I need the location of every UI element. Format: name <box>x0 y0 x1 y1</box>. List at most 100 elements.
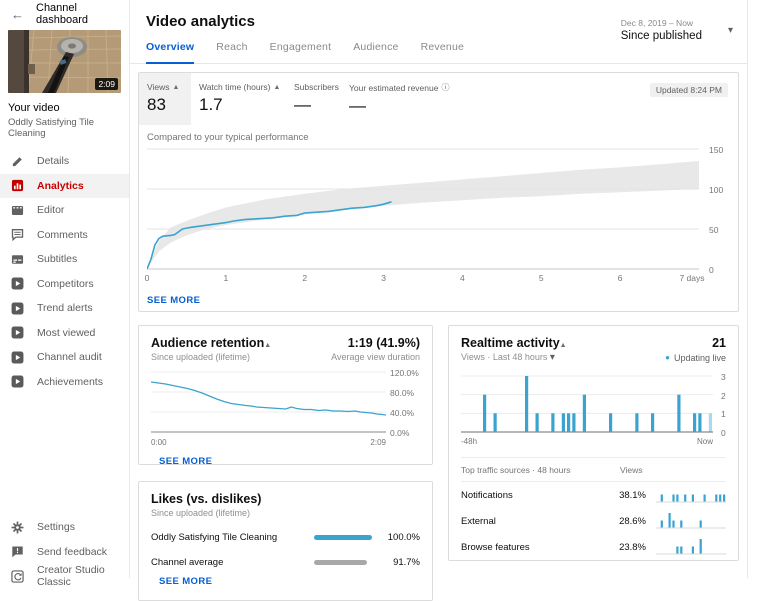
sidebar-item-channel-audit[interactable]: Channel audit <box>0 345 129 370</box>
realtime-filter-dropdown[interactable]: Views · Last 48 hours ▾ <box>461 352 555 363</box>
performance-x-labels: 01234567 days <box>147 273 699 285</box>
x-tick-label: 6 <box>618 273 623 283</box>
metric-label: Your estimated revenue <box>349 83 438 93</box>
tab-bar: Overview Reach Engagement Audience Revenue <box>130 41 747 64</box>
sidebar-item-settings[interactable]: Settings <box>0 515 129 540</box>
x-tick-label: 2 <box>302 273 307 283</box>
y-tick-label: 150 <box>709 145 723 155</box>
sidebar-item-details[interactable]: Details <box>0 149 129 174</box>
traffic-source-percent: 23.8% <box>610 542 646 553</box>
metric-value: — <box>349 96 501 116</box>
sidebar-item-trend-alerts[interactable]: Trend alerts <box>0 296 129 321</box>
classic-icon <box>11 570 24 583</box>
traffic-row-external: External28.6% <box>461 508 726 534</box>
sidebar-item-label: Details <box>37 155 69 167</box>
traffic-row-youtube-search: YouTube search9.5% <box>461 560 726 561</box>
realtime-chart: 0123 -48h Now <box>461 373 726 449</box>
sidebar-footer: Settings Send feedbackCreator Studio Clas… <box>0 515 129 589</box>
tab-revenue[interactable]: Revenue <box>421 41 464 63</box>
traffic-sparkline <box>656 539 726 555</box>
retention-see-more-link[interactable]: SEE MORE <box>159 456 212 465</box>
sidebar-item-label: Most viewed <box>37 327 95 339</box>
sidebar-item-label: Settings <box>37 521 75 533</box>
realtime-activity-card: Realtime activity ▲ 21 Views · Last 48 h… <box>448 325 739 561</box>
play-icon <box>11 351 24 364</box>
tab-audience[interactable]: Audience <box>353 41 398 63</box>
video-title: Oddly Satisfying Tile Cleaning <box>8 117 121 139</box>
overview-see-more-link[interactable]: SEE MORE <box>147 295 200 306</box>
tab-reach[interactable]: Reach <box>216 41 247 63</box>
sidebar-item-editor[interactable]: Editor <box>0 198 129 223</box>
realtime-x-labels: -48h Now <box>461 437 713 446</box>
sidebar-item-label: Editor <box>37 204 64 216</box>
sidebar-item-creator-studio-classic[interactable]: Creator Studio Classic <box>0 564 129 589</box>
tab-engagement[interactable]: Engagement <box>270 41 332 63</box>
traffic-sparkline-cell <box>656 539 726 555</box>
sidebar-item-send-feedback[interactable]: Send feedback <box>0 540 129 565</box>
sidebar-item-achievements[interactable]: Achievements <box>0 370 129 395</box>
views-column-header: Views <box>620 465 726 475</box>
traffic-row-browse-features: Browse features23.8% <box>461 534 726 560</box>
sidebar-item-subtitles[interactable]: Subtitles <box>0 247 129 272</box>
date-range-picker[interactable]: Dec 8, 2019 – Now Since published ▾ <box>621 18 733 42</box>
likes-subtitle: Since uploaded (lifetime) <box>151 508 250 518</box>
sidebar-item-label: Competitors <box>37 278 94 290</box>
sidebar-menu: Details Analytics Editor Comments Subtitles C… <box>0 149 129 394</box>
metric-strip: Views▲83Watch time (hours)▲1.7Subscriber… <box>139 73 738 125</box>
traffic-sparkline-cell <box>656 513 726 529</box>
metric-value: 1.7 <box>199 95 286 115</box>
date-range: Dec 8, 2019 – Now <box>621 18 702 28</box>
play-icon <box>11 375 24 388</box>
realtime-title: Realtime activity <box>461 336 560 350</box>
x-tick-label: 4 <box>460 273 465 283</box>
updated-badge: Updated 8:24 PM <box>650 83 728 97</box>
gear-icon <box>11 521 24 534</box>
video-thumbnail[interactable]: 2:09 <box>8 30 121 93</box>
overview-card: Views▲83Watch time (hours)▲1.7Subscriber… <box>138 72 739 312</box>
realtime-chart-plot <box>461 373 713 435</box>
tab-overview[interactable]: Overview <box>146 41 194 64</box>
metric-label: Watch time (hours) <box>199 82 270 92</box>
warning-icon: ▲ <box>264 342 271 349</box>
metric-subscribers[interactable]: Subscribers— <box>286 73 341 125</box>
retention-x-labels: 0:00 2:09 <box>151 438 386 447</box>
traffic-source-percent: 28.6% <box>610 516 646 527</box>
sidebar-item-comments[interactable]: Comments <box>0 223 129 248</box>
warning-icon: ▲ <box>173 84 180 91</box>
back-arrow-icon: ← <box>11 7 24 22</box>
sidebar-item-label: Comments <box>37 229 88 241</box>
realtime-total: 21 <box>712 336 726 350</box>
likes-bar <box>314 535 372 540</box>
metric-watch-time-hours[interactable]: Watch time (hours)▲1.7 <box>191 73 286 125</box>
x-tick-label: 7 days <box>679 273 704 283</box>
sidebar-item-competitors[interactable]: Competitors <box>0 272 129 297</box>
live-dot-icon: ● <box>665 353 670 362</box>
y-tick-label: 120.0% <box>390 368 419 378</box>
metric-views[interactable]: Views▲83 <box>139 73 191 125</box>
metric-your-estimated-revenue[interactable]: Your estimated revenueⓘ— <box>341 73 501 125</box>
retention-value: 1:19 (41.9%) <box>348 336 420 350</box>
y-tick-label: 2 <box>721 391 726 401</box>
back-to-dashboard[interactable]: ← Channel dashboard <box>0 0 129 28</box>
play-icon <box>11 326 24 339</box>
audience-retention-card: Audience retention ▲ 1:19 (41.9%) Since … <box>138 325 433 465</box>
traffic-source-label: External <box>461 516 610 527</box>
x-tick-label: 0 <box>145 273 150 283</box>
y-tick-label: 0 <box>709 265 714 275</box>
y-tick-label: 3 <box>721 372 726 382</box>
sidebar-item-label: Trend alerts <box>37 302 93 314</box>
sidebar-item-label: Creator Studio Classic <box>37 564 129 588</box>
traffic-header: Top traffic sources · 48 hours <box>461 465 570 475</box>
traffic-sources-table: Top traffic sources · 48 hours Views Not… <box>461 457 726 561</box>
traffic-sparkline-cell <box>656 487 726 503</box>
sidebar-item-analytics[interactable]: Analytics <box>0 174 129 199</box>
traffic-rows: Notifications38.1%External28.6%Browse fe… <box>461 482 726 561</box>
feedback-icon <box>11 545 24 558</box>
sidebar-item-most-viewed[interactable]: Most viewed <box>0 321 129 346</box>
metric-label: Subscribers <box>294 82 339 92</box>
likes-rows: Oddly Satisfying Tile Cleaning100.0% Chan… <box>151 532 420 568</box>
likes-row-channel-average: Channel average91.7% <box>151 557 420 568</box>
sidebar-item-label: Achievements <box>37 376 103 388</box>
likes-row-oddly-satisfying-tile-cleaning: Oddly Satisfying Tile Cleaning100.0% <box>151 532 420 543</box>
sidebar: ← Channel dashboard 2:09 Your video Oddl <box>0 0 130 578</box>
